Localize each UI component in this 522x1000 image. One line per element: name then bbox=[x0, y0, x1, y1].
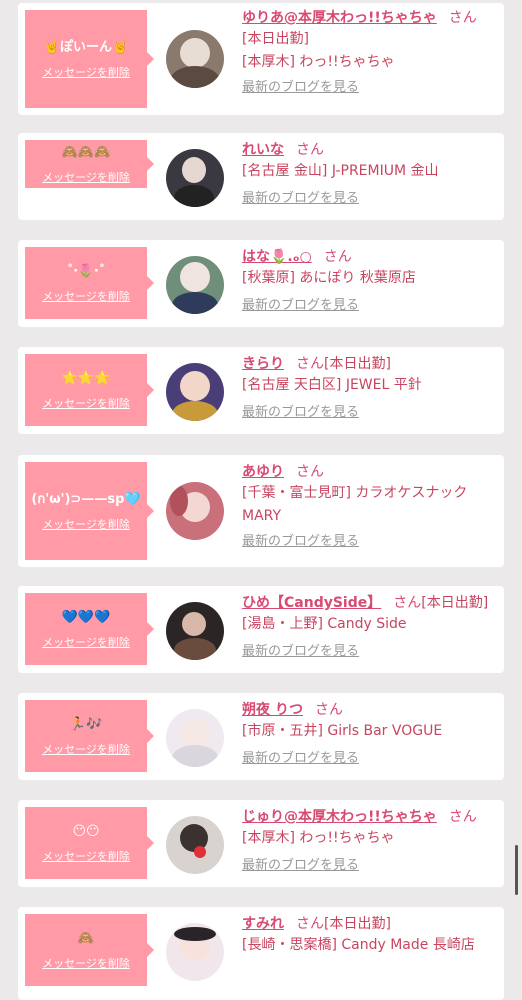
latest-blog-link[interactable]: 最新のブログを見る bbox=[242, 644, 504, 660]
latest-blog-link[interactable]: 最新のブログを見る bbox=[242, 298, 504, 314]
profile-name-link[interactable]: ひめ【CandySide】 bbox=[242, 595, 381, 611]
latest-blog-link[interactable]: 最新のブログを見る bbox=[242, 405, 504, 421]
list-item: 🌟🌟🌟 メッセージを削除 きらり さん[本日出勤] [名古屋 天白区] JEWEL… bbox=[18, 347, 504, 434]
avatar[interactable] bbox=[166, 30, 224, 88]
delete-message-link[interactable]: メッセージを削除 bbox=[42, 636, 130, 649]
delete-message-link[interactable]: メッセージを削除 bbox=[42, 850, 130, 863]
honorific: さん bbox=[448, 809, 477, 825]
shop-info: [市原・五井] Girls Bar VOGUE bbox=[242, 723, 443, 739]
message-text: 🙈🙈🙈 bbox=[61, 145, 111, 160]
avatar[interactable] bbox=[166, 149, 224, 207]
message-text: ˚‧🌷‧˚ bbox=[66, 264, 106, 279]
list-item: 💙💙💙 メッセージを削除 ひめ【CandySide】 さん[本日出勤] [湯島・上… bbox=[18, 586, 504, 673]
honorific: さん bbox=[323, 249, 352, 265]
message-text: 🏃🎶 bbox=[69, 717, 103, 732]
message-text: 💙💙💙 bbox=[61, 610, 111, 625]
delete-message-link[interactable]: メッセージを削除 bbox=[42, 397, 130, 410]
honorific: さん bbox=[296, 464, 324, 480]
avatar[interactable] bbox=[166, 256, 224, 314]
profile-name-link[interactable]: 朔夜 りつ bbox=[242, 702, 303, 718]
work-status: [本日出勤] bbox=[324, 356, 391, 372]
work-status: [本日出勤] bbox=[421, 595, 489, 611]
delete-message-link[interactable]: メッセージを削除 bbox=[42, 171, 130, 184]
avatar[interactable] bbox=[166, 816, 224, 874]
message-bubble: 🙈🙈🙈 メッセージを削除 bbox=[25, 140, 154, 188]
delete-message-link[interactable]: メッセージを削除 bbox=[42, 518, 130, 531]
shop-info-continued: MARY bbox=[242, 508, 282, 524]
message-bubble: (ก'ω')⊃——sp🩵 メッセージを削除 bbox=[25, 462, 154, 560]
latest-blog-link[interactable]: 最新のブログを見る bbox=[242, 534, 504, 550]
profile-name-link[interactable]: れいな bbox=[242, 142, 284, 158]
message-text: 🙈 bbox=[77, 931, 95, 946]
list-item: 🙈🙈🙈 メッセージを削除 れいな さん [名古屋 金山] J-PREMIUM 金山… bbox=[18, 133, 504, 220]
shop-info: [名古屋 天白区] JEWEL 平針 bbox=[242, 377, 422, 393]
honorific: さん bbox=[448, 10, 477, 26]
delete-message-link[interactable]: メッセージを削除 bbox=[42, 957, 130, 970]
honorific: さん bbox=[393, 595, 422, 611]
avatar[interactable] bbox=[166, 482, 224, 540]
latest-blog-link[interactable]: 最新のブログを見る bbox=[242, 191, 504, 207]
profile-name-link[interactable]: あゆり bbox=[242, 464, 284, 480]
list-item: 😶😶 メッセージを削除 じゅり@本厚木わっ!!ちゃちゃ さん [本厚木] わっ!!… bbox=[18, 800, 504, 887]
message-text: (ก'ω')⊃——sp🩵 bbox=[31, 492, 141, 507]
list-item: (ก'ω')⊃——sp🩵 メッセージを削除 あゆり さん [千葉・富士見町] カラ… bbox=[18, 455, 504, 567]
scrollbar[interactable] bbox=[515, 845, 518, 895]
profile-name-link[interactable]: じゅり@本厚木わっ!!ちゃちゃ bbox=[242, 809, 437, 825]
shop-info: [秋葉原] あにぽり 秋葉原店 bbox=[242, 270, 416, 286]
avatar[interactable] bbox=[166, 363, 224, 421]
message-bubble: 💙💙💙 メッセージを削除 bbox=[25, 593, 154, 665]
list-item: 🏃🎶 メッセージを削除 朔夜 りつ さん [市原・五井] Girls Bar VO… bbox=[18, 693, 504, 780]
avatar[interactable] bbox=[166, 602, 224, 660]
avatar[interactable] bbox=[166, 923, 224, 981]
latest-blog-link[interactable]: 最新のブログを見る bbox=[242, 80, 504, 96]
shop-info: [湯島・上野] Candy Side bbox=[242, 616, 407, 632]
delete-message-link[interactable]: メッセージを削除 bbox=[42, 743, 130, 756]
message-bubble: 🤘ぽいーん🤘 メッセージを削除 bbox=[25, 10, 154, 108]
latest-blog-link[interactable]: 最新のブログを見る bbox=[242, 858, 504, 874]
profile-name-link[interactable]: ゆりあ@本厚木わっ!!ちゃちゃ bbox=[242, 10, 437, 26]
shop-info: [本厚木] わっ!!ちゃちゃ bbox=[242, 830, 395, 846]
shop-info: [名古屋 金山] J-PREMIUM 金山 bbox=[242, 163, 439, 179]
list-item: 🤘ぽいーん🤘 メッセージを削除 ゆりあ@本厚木わっ!!ちゃちゃ さん [本日出勤]… bbox=[18, 3, 504, 115]
honorific: さん bbox=[296, 142, 324, 158]
message-text: 😶😶 bbox=[72, 824, 100, 839]
work-status: [本日出勤] bbox=[324, 916, 391, 932]
list-item: 🙈 メッセージを削除 すみれ さん[本日出勤] [長崎・思案橋] Candy Ma… bbox=[18, 907, 504, 1000]
delete-message-link[interactable]: メッセージを削除 bbox=[42, 290, 130, 303]
list-item: ˚‧🌷‧˚ メッセージを削除 はな🌷.ₒ○ さん [秋葉原] あにぽり 秋葉原店 … bbox=[18, 240, 504, 327]
shop-info: [長崎・思案橋] Candy Made 長崎店 bbox=[242, 937, 475, 953]
work-status: [本日出勤] bbox=[242, 31, 309, 47]
honorific: さん bbox=[296, 916, 324, 932]
profile-name-link[interactable]: すみれ bbox=[242, 916, 284, 932]
shop-info: [本厚木] わっ!!ちゃちゃ bbox=[242, 54, 395, 70]
profile-name-link[interactable]: きらり bbox=[242, 356, 284, 372]
honorific: さん bbox=[315, 702, 344, 718]
message-text: 🤘ぽいーん🤘 bbox=[43, 40, 129, 55]
shop-info: [千葉・富士見町] カラオケスナック bbox=[242, 485, 468, 501]
message-bubble: 🏃🎶 メッセージを削除 bbox=[25, 700, 154, 772]
avatar[interactable] bbox=[166, 709, 224, 767]
message-text: 🌟🌟🌟 bbox=[61, 371, 111, 386]
message-bubble: 🙈 メッセージを削除 bbox=[25, 914, 154, 986]
latest-blog-link[interactable]: 最新のブログを見る bbox=[242, 751, 504, 767]
profile-name-link[interactable]: はな🌷.ₒ○ bbox=[242, 249, 312, 265]
honorific: さん bbox=[296, 356, 324, 372]
message-bubble: ˚‧🌷‧˚ メッセージを削除 bbox=[25, 247, 154, 319]
message-bubble: 😶😶 メッセージを削除 bbox=[25, 807, 154, 879]
delete-message-link[interactable]: メッセージを削除 bbox=[42, 66, 130, 79]
message-bubble: 🌟🌟🌟 メッセージを削除 bbox=[25, 354, 154, 426]
